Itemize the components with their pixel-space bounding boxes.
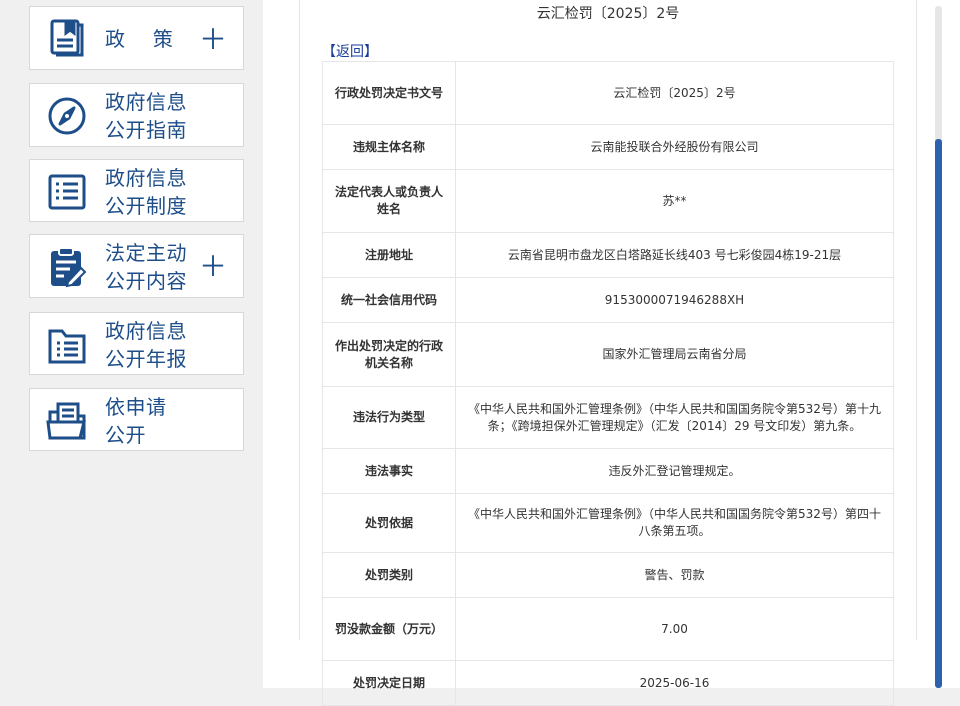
folder-list-icon [46, 324, 88, 366]
field-value: 警告、罚款 [455, 552, 894, 598]
penalty-info-table: 行政处罚决定书文号 云汇检罚〔2025〕2号 违规主体名称 云南能投联合外经股份… [322, 61, 894, 706]
sidebar-item-mandatory-content[interactable]: 法定主动 公开内容 ＋ [29, 234, 244, 298]
field-value: 《中华人民共和国外汇管理条例》（中华人民共和国国务院令第532号）第四十八条第五… [455, 493, 894, 553]
table-row: 处罚决定日期 2025-06-16 [322, 660, 894, 706]
field-value: 9153000071946288XH [455, 277, 894, 323]
divider [299, 0, 300, 640]
field-label: 罚没款金额（万元） [322, 597, 456, 661]
clipboard-edit-icon [46, 246, 88, 288]
list-document-icon [46, 171, 88, 213]
table-row: 违规主体名称 云南能投联合外经股份有限公司 [322, 124, 894, 170]
field-label: 法定代表人或负责人姓名 [322, 169, 456, 233]
document-title: 云汇检罚〔2025〕2号 [536, 6, 680, 22]
expand-plus-icon[interactable]: ＋ [199, 26, 227, 54]
table-row: 罚没款金额（万元） 7.00 [322, 597, 894, 661]
table-row: 法定代表人或负责人姓名 苏** [322, 169, 894, 233]
field-value: 国家外汇管理局云南省分局 [455, 322, 894, 387]
field-value: 违反外汇登记管理规定。 [455, 448, 894, 494]
scrollbar-thumb[interactable] [935, 139, 942, 688]
table-row: 注册地址 云南省昆明市盘龙区白塔路延长线403 号七彩俊园4栋19-21层 [322, 232, 894, 278]
field-label: 处罚依据 [322, 493, 456, 553]
table-row: 作出处罚决定的行政机关名称 国家外汇管理局云南省分局 [322, 322, 894, 387]
sidebar-item-label: 依申请 公开 [105, 395, 167, 447]
table-row: 违法行为类型 《中华人民共和国外汇管理条例》（中华人民共和国国务院令第532号）… [322, 386, 894, 449]
sidebar-item-label: 政府信息 公开指南 [105, 90, 187, 142]
field-value: 云汇检罚〔2025〕2号 [455, 61, 894, 125]
expand-plus-icon[interactable]: ＋ [199, 253, 227, 281]
sidebar-item-label: 政 策 [105, 27, 174, 51]
field-label: 注册地址 [322, 232, 456, 278]
table-row: 处罚类别 警告、罚款 [322, 552, 894, 598]
compass-icon [46, 95, 88, 137]
table-row: 行政处罚决定书文号 云汇检罚〔2025〕2号 [322, 61, 894, 125]
book-icon [46, 16, 88, 58]
sidebar-item-on-request[interactable]: 依申请 公开 [29, 388, 244, 451]
field-label: 行政处罚决定书文号 [322, 61, 456, 125]
field-label: 违规主体名称 [322, 124, 456, 170]
field-label: 违法事实 [322, 448, 456, 494]
field-value: 7.00 [455, 597, 894, 661]
field-value: 云南省昆明市盘龙区白塔路延长线403 号七彩俊园4栋19-21层 [455, 232, 894, 278]
table-row: 处罚依据 《中华人民共和国外汇管理条例》（中华人民共和国国务院令第532号）第四… [322, 493, 894, 553]
sidebar-item-policy[interactable]: 政 策 ＋ [29, 6, 244, 70]
field-label: 作出处罚决定的行政机关名称 [322, 322, 456, 387]
field-label: 违法行为类型 [322, 386, 456, 449]
sidebar-item-label: 法定主动 公开内容 [105, 241, 187, 293]
sidebar-item-annual-report[interactable]: 政府信息 公开年报 [29, 312, 244, 375]
field-label: 处罚类别 [322, 552, 456, 598]
field-value: 2025-06-16 [455, 660, 894, 706]
sidebar-item-label: 政府信息 公开制度 [105, 166, 187, 218]
table-row: 统一社会信用代码 9153000071946288XH [322, 277, 894, 323]
divider [916, 0, 917, 640]
field-label: 处罚决定日期 [322, 660, 456, 706]
field-label: 统一社会信用代码 [322, 277, 456, 323]
back-link[interactable]: 【返回】 [322, 43, 378, 61]
sidebar-item-disclosure-system[interactable]: 政府信息 公开制度 [29, 159, 244, 222]
sidebar-item-label: 政府信息 公开年报 [105, 319, 187, 371]
table-row: 违法事实 违反外汇登记管理规定。 [322, 448, 894, 494]
field-value: 《中华人民共和国外汇管理条例》（中华人民共和国国务院令第532号）第十九条；《跨… [455, 386, 894, 449]
left-sidebar: 政 策 ＋ 政府信息 公开指南 政府信息 公开制度 法定主动 公开内容 ＋ 政府… [0, 0, 262, 688]
field-value: 云南能投联合外经股份有限公司 [455, 124, 894, 170]
field-value: 苏** [455, 169, 894, 233]
folder-document-icon [46, 400, 88, 442]
sidebar-item-disclosure-guide[interactable]: 政府信息 公开指南 [29, 83, 244, 147]
